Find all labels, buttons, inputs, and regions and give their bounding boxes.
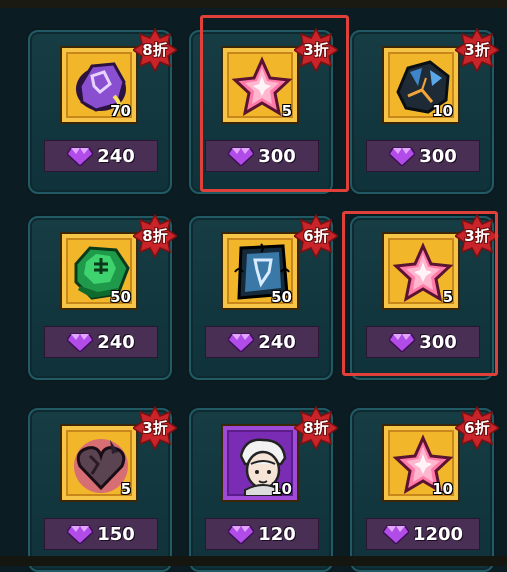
item-frame: 70: [60, 46, 138, 124]
price-value: 1200: [412, 523, 464, 545]
purple-gem-icon: [67, 333, 94, 352]
shop-item-card[interactable]: 10 8折 120: [189, 406, 338, 572]
item-quantity: 50: [271, 288, 292, 306]
discount-badge: 8折: [133, 28, 177, 72]
item-frame: 10: [382, 424, 460, 502]
purple-gem-icon: [228, 333, 255, 352]
price-value: 240: [258, 331, 296, 353]
highlight-box: [200, 15, 349, 192]
price-tag[interactable]: 300: [366, 140, 480, 172]
price-tag[interactable]: 240: [44, 326, 158, 358]
item-quantity: 50: [110, 288, 131, 306]
shop-item-card[interactable]: 70 8折 240: [28, 28, 177, 194]
discount-badge: 6折: [294, 214, 338, 258]
shop-item-card[interactable]: 10 3折 300: [350, 28, 499, 194]
price-tag[interactable]: 150: [44, 518, 158, 550]
shop-item-card[interactable]: 10 6折 1200: [350, 406, 499, 572]
discount-badge: 8折: [294, 406, 338, 450]
item-quantity: 10: [271, 480, 292, 498]
shop-item-card[interactable]: 5 3折 150: [28, 406, 177, 572]
price-tag[interactable]: 1200: [366, 518, 480, 550]
shop-item-card[interactable]: 50 6折 240: [189, 214, 338, 380]
bottom-edge: [0, 556, 507, 566]
purple-gem-icon: [67, 147, 94, 166]
price-value: 240: [97, 145, 135, 167]
price-value: 240: [97, 331, 135, 353]
price-value: 120: [258, 523, 296, 545]
item-frame: 50: [221, 232, 299, 310]
price-tag[interactable]: 120: [205, 518, 319, 550]
discount-badge: 3折: [455, 28, 499, 72]
discount-badge: 8折: [133, 214, 177, 258]
item-frame: 5: [60, 424, 138, 502]
item-quantity: 70: [110, 102, 131, 120]
price-value: 150: [97, 523, 135, 545]
discount-badge: 6折: [455, 406, 499, 450]
item-quantity: 10: [432, 480, 453, 498]
item-frame: 10: [382, 46, 460, 124]
purple-gem-icon: [228, 525, 255, 544]
price-tag[interactable]: 240: [44, 140, 158, 172]
purple-gem-icon: [67, 525, 94, 544]
purple-gem-icon: [389, 147, 416, 166]
item-quantity: 10: [432, 102, 453, 120]
discount-badge: 3折: [133, 406, 177, 450]
purple-gem-icon: [382, 525, 409, 544]
price-value: 300: [419, 145, 457, 167]
price-tag[interactable]: 240: [205, 326, 319, 358]
item-frame: 10: [221, 424, 299, 502]
highlight-box: [342, 211, 498, 376]
item-frame: 50: [60, 232, 138, 310]
item-quantity: 5: [120, 480, 131, 498]
shop-item-card[interactable]: 50 8折 240: [28, 214, 177, 380]
